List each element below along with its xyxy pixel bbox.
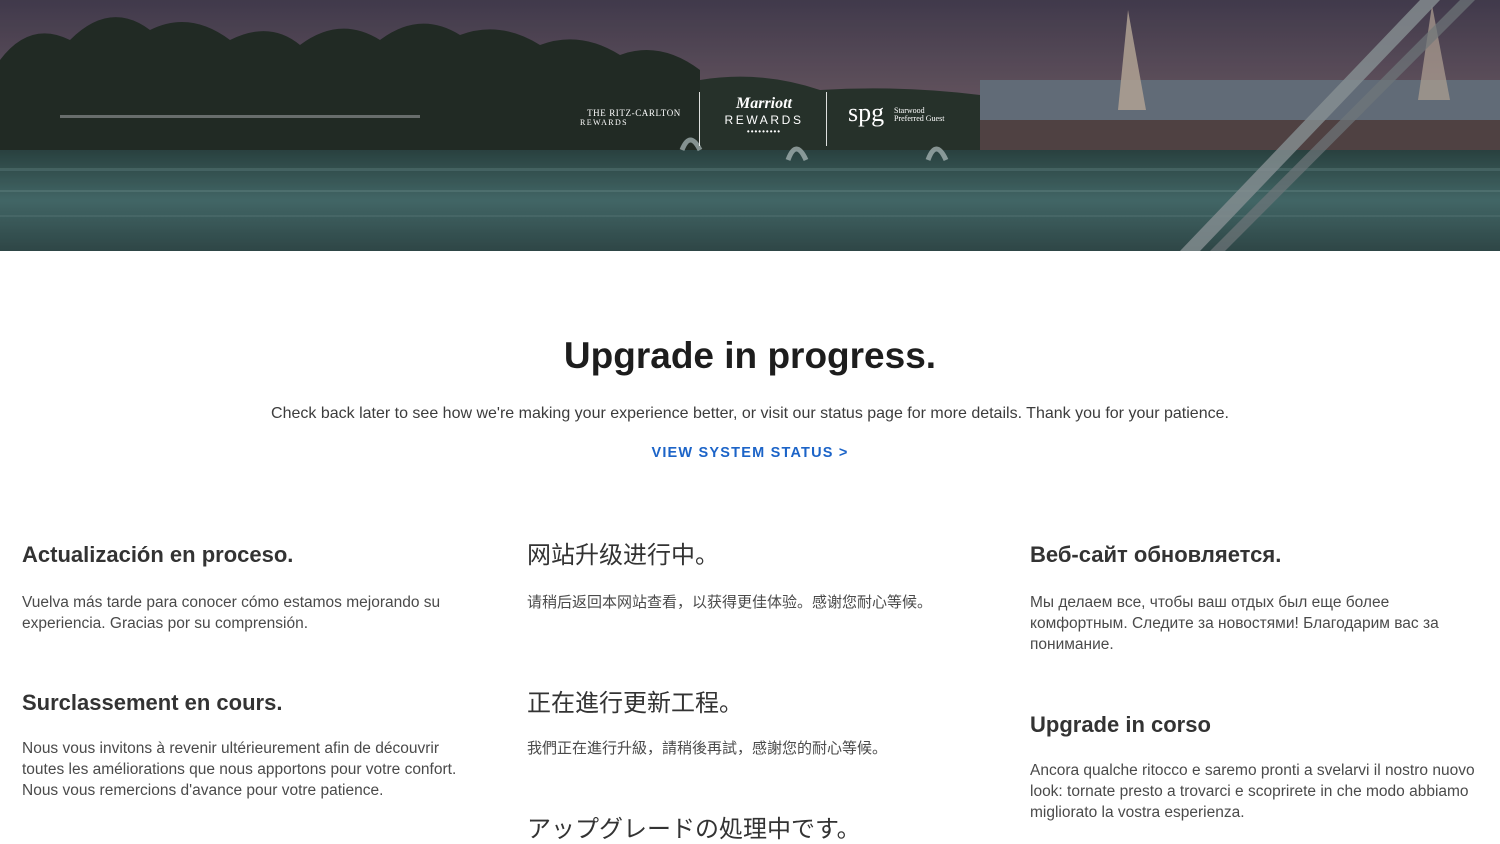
page-title: Upgrade in progress.: [563, 335, 937, 376]
message-body: 请稍后返回本网站查看，以获得更佳体验。感谢您耐心等候。: [527, 593, 933, 611]
message-body: Ancora qualche ritocco e saremo pronti a…: [1030, 762, 1475, 821]
message-italian: Upgrade in corso Ancora qualche ritocco …: [1030, 710, 1480, 823]
ritz-logo-line1: THE RITZ-CARLTON: [587, 108, 681, 118]
message-title: Upgrade in corso: [1030, 712, 1211, 737]
marriott-logo-dots: •••••••••: [746, 127, 782, 136]
marriott-rewards-logo: Marriott REWARDS •••••••••: [716, 96, 812, 136]
message-title: Actualización en proceso.: [22, 542, 294, 567]
message-japanese: アップグレードの処理中です。: [527, 814, 967, 844]
message-title: Surclassement en cours.: [22, 690, 283, 715]
ritz-carlton-rewards-logo: THE RITZ-CARLTON REWARDS: [578, 108, 690, 128]
message-simplified-chinese: 网站升级进行中。 请稍后返回本网站查看，以获得更佳体验。感谢您耐心等候。: [527, 540, 967, 613]
brand-logos: THE RITZ-CARLTON REWARDS Marriott REWARD…: [566, 88, 946, 152]
spg-mark: spg: [848, 98, 885, 127]
message-french: Surclassement en cours. Nous vous invito…: [22, 688, 482, 801]
view-system-status-link[interactable]: VIEW SYSTEM STATUS >: [0, 442, 1500, 464]
logo-divider: [826, 92, 827, 146]
message-spanish: Actualización en proceso. Vuelva más tar…: [22, 540, 482, 634]
message-russian: Веб-сайт обновляется. Мы делаем все, что…: [1030, 540, 1480, 655]
message-traditional-chinese: 正在進行更新工程。 我們正在進行升級，請稍後再試，感謝您的耐心等候。: [527, 688, 967, 759]
message-title: 网站升级进行中。: [527, 541, 719, 569]
message-body: 我們正在進行升級，請稍後再試，感謝您的耐心等候。: [527, 739, 888, 757]
hero-banner: THE RITZ-CARLTON REWARDS Marriott REWARD…: [0, 0, 1500, 251]
page-subtitle: Check back later to see how we're making…: [271, 405, 1229, 422]
message-title: Веб-сайт обновляется.: [1030, 542, 1282, 567]
marriott-logo-line2: REWARDS: [724, 113, 804, 127]
message-body: Nous vous invitons à revenir ultérieurem…: [22, 740, 457, 799]
logo-divider: [699, 92, 700, 146]
message-title: 正在進行更新工程。: [527, 689, 743, 717]
spg-text: Starwood Preferred Guest: [894, 106, 945, 123]
message-body: Мы делаем все, чтобы ваш отдых был еще б…: [1030, 594, 1439, 653]
message-body: Vuelva más tarde para conocer cómo estam…: [22, 594, 441, 632]
marriott-logo-line1: Marriott: [735, 95, 792, 112]
message-title: アップグレードの処理中です。: [527, 815, 861, 843]
ritz-logo-line2: REWARDS: [580, 118, 629, 127]
